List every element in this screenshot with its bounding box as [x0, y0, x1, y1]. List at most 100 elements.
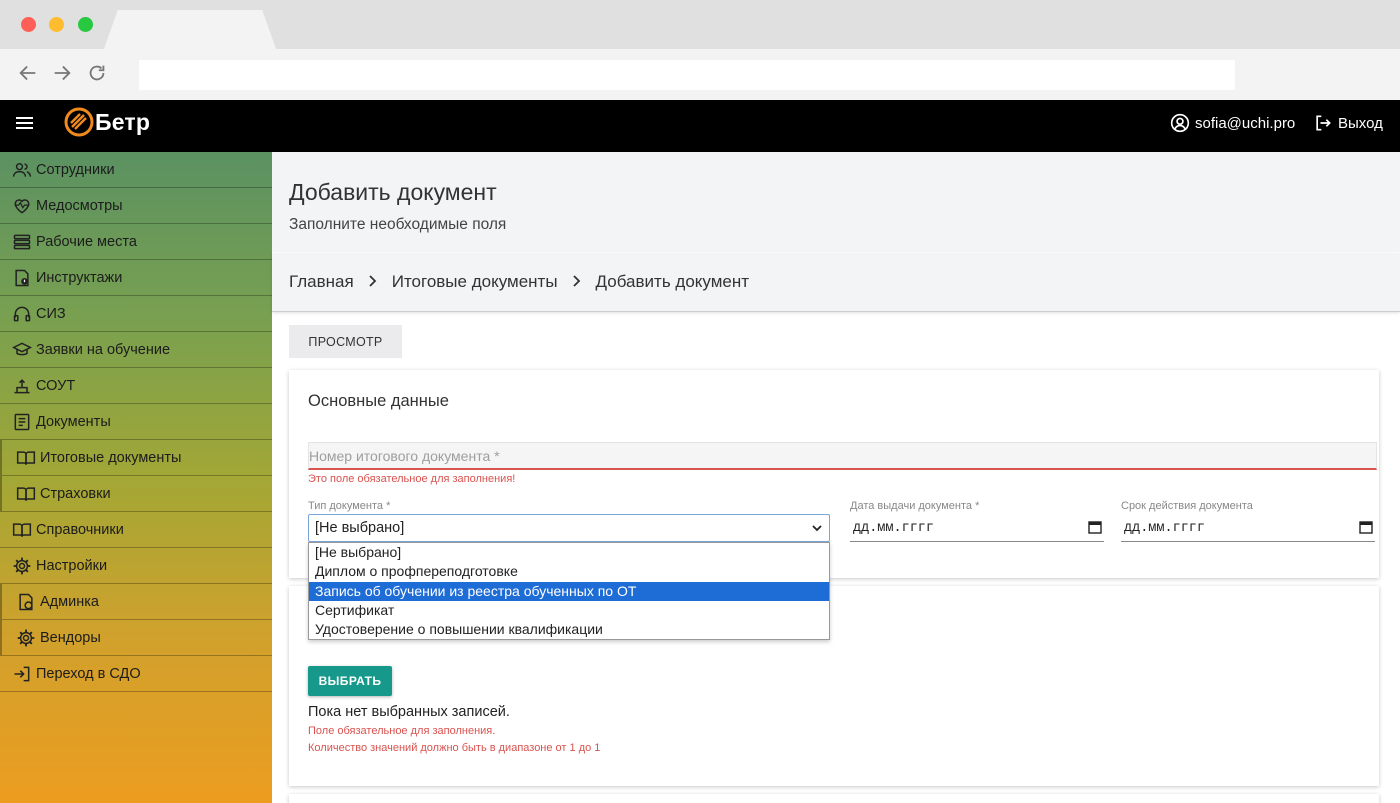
logo-text: Бетр — [95, 109, 151, 135]
sidebar-item-sout[interactable]: СОУТ — [0, 368, 272, 404]
graduation-cap-icon — [12, 341, 32, 355]
window-close-button[interactable] — [21, 17, 36, 32]
sidebar-item-lms[interactable]: Переход в СДО — [0, 656, 272, 692]
page-subtitle: Заполните необходимые поля — [289, 216, 507, 233]
breadcrumb-item-final-documents[interactable]: Итоговые документы — [392, 272, 558, 292]
menu-icon[interactable] — [16, 114, 35, 132]
selection-required-error: Поле обязательное для заполнения. — [308, 725, 496, 737]
sidebar-item-final-documents[interactable]: Итоговые документы — [0, 440, 272, 476]
window-maximize-button[interactable] — [78, 17, 93, 32]
choose-button[interactable]: ВЫБРАТЬ — [308, 666, 392, 696]
forward-arrow-icon[interactable] — [50, 62, 74, 86]
preview-button[interactable]: ПРОСМОТР — [289, 325, 402, 358]
sidebar-item-briefings[interactable]: Инструктажи — [0, 260, 272, 296]
sidebar-item-label: СОУТ — [36, 377, 76, 394]
file-info-icon — [15, 269, 29, 286]
sidebar-item-label: Справочники — [36, 521, 124, 538]
address-bar[interactable] — [139, 60, 1235, 90]
user-circle-icon — [1170, 113, 1190, 133]
selection-range-error: Количество значений должно быть в диапаз… — [308, 742, 601, 754]
main-content: Добавить документ Заполните необходимые … — [272, 152, 1400, 803]
breadcrumb-item-home[interactable]: Главная — [289, 272, 354, 292]
document-icon — [14, 413, 30, 430]
app-header: Бетр sofia@uchi.pro Выход — [0, 100, 1400, 152]
browser-toolbar — [0, 49, 1400, 100]
logo-icon — [64, 107, 94, 137]
calendar-icon[interactable] — [1088, 520, 1102, 534]
users-icon — [12, 162, 32, 177]
sidebar-item-admin[interactable]: Админка — [0, 584, 272, 620]
sidebar-item-label: Вендоры — [40, 629, 101, 646]
breadcrumb: Главная Итоговые документы Добавить доку… — [272, 253, 1400, 312]
user-menu[interactable]: sofia@uchi.pro — [1170, 112, 1295, 134]
dropdown-option[interactable]: Диплом о профпереподготовке — [309, 562, 829, 581]
sidebar-item-label: Документы — [36, 413, 111, 430]
next-card — [289, 794, 1379, 803]
sidebar-item-label: СИЗ — [36, 305, 66, 322]
doc-type-dropdown-list: [Не выбрано] Диплом о профпереподготовке… — [308, 542, 830, 640]
dropdown-option[interactable]: Сертификат — [309, 601, 829, 620]
page-title: Добавить документ — [289, 179, 497, 205]
window-minimize-button[interactable] — [49, 17, 64, 32]
document-number-error: Это поле обязательное для заполнения! — [308, 473, 516, 485]
breadcrumb-item-current: Добавить документ — [595, 272, 750, 291]
book-icon — [12, 522, 32, 537]
book-icon — [16, 486, 36, 501]
doc-type-select[interactable]: [Не выбрано] — [308, 514, 830, 542]
calendar-icon[interactable] — [1359, 520, 1373, 534]
chevron-right-icon — [368, 274, 378, 290]
document-number-input[interactable] — [308, 442, 1377, 470]
sidebar-item-employees[interactable]: Сотрудники — [0, 152, 272, 188]
sidebar-item-label: Заявки на обучение — [36, 341, 171, 358]
browser-tab[interactable] — [104, 10, 276, 49]
validity-label: Срок действия документа — [1121, 500, 1253, 512]
issue-date-label: Дата выдачи документа * — [850, 500, 980, 512]
sidebar-item-label: Рабочие места — [36, 233, 137, 250]
sidebar-item-ppe[interactable]: СИЗ — [0, 296, 272, 332]
sidebar: Сотрудники Медосмотры Рабочие места Инст… — [0, 152, 272, 803]
sidebar-item-label: Инструктажи — [36, 269, 123, 286]
sidebar-item-label: Медосмотры — [36, 197, 123, 214]
reload-icon[interactable] — [85, 62, 109, 86]
sidebar-item-label: Итоговые документы — [40, 449, 182, 466]
sidebar-item-settings[interactable]: Настройки — [0, 548, 272, 584]
validity-date-value: дд.мм.гггг — [1124, 521, 1206, 536]
sidebar-item-training-requests[interactable]: Заявки на обучение — [0, 332, 272, 368]
sidebar-item-insurance[interactable]: Страховки — [0, 476, 272, 512]
admin-icon — [19, 593, 33, 610]
book-icon — [16, 450, 36, 465]
logout-icon — [1316, 115, 1331, 131]
heart-icon — [14, 198, 30, 214]
sidebar-item-workplaces[interactable]: Рабочие места — [0, 224, 272, 260]
logout-button[interactable]: Выход — [1313, 112, 1383, 134]
sidebar-item-medical[interactable]: Медосмотры — [0, 188, 272, 224]
hazard-icon — [14, 378, 30, 393]
back-arrow-icon[interactable] — [16, 62, 40, 86]
stack-icon — [13, 234, 31, 249]
issue-date-input[interactable]: дд.мм.гггг — [850, 516, 1104, 542]
dropdown-option[interactable]: [Не выбрано] — [309, 543, 829, 562]
chevron-down-icon — [812, 525, 822, 532]
gear-icon — [13, 557, 31, 574]
sidebar-item-vendors[interactable]: Вендоры — [0, 620, 272, 656]
browser-titlebar — [0, 0, 1400, 49]
sidebar-item-label: Переход в СДО — [36, 665, 141, 682]
login-icon — [14, 666, 30, 681]
headphones-icon — [13, 306, 31, 321]
sidebar-item-references[interactable]: Справочники — [0, 512, 272, 548]
validity-date-input[interactable]: дд.мм.гггг — [1121, 516, 1375, 542]
page-header: Добавить документ Заполните необходимые … — [272, 152, 1400, 252]
dropdown-option-highlighted[interactable]: Запись об обучении из реестра обученных … — [309, 581, 829, 601]
issue-date-value: дд.мм.гггг — [853, 521, 935, 536]
sidebar-item-documents[interactable]: Документы — [0, 404, 272, 440]
sidebar-item-label: Админка — [40, 593, 99, 610]
section-title: Основные данные — [308, 392, 449, 410]
gear-icon — [17, 629, 35, 646]
sidebar-item-label: Настройки — [36, 557, 108, 574]
sidebar-item-label: Сотрудники — [36, 161, 115, 178]
dropdown-option[interactable]: Удостоверение о повышении квалификации — [309, 620, 829, 639]
empty-selection-text: Пока нет выбранных записей. — [308, 704, 510, 720]
chevron-right-icon — [572, 274, 582, 290]
doc-type-label: Тип документа * — [308, 500, 391, 512]
doc-type-value: [Не выбрано] — [315, 520, 405, 536]
